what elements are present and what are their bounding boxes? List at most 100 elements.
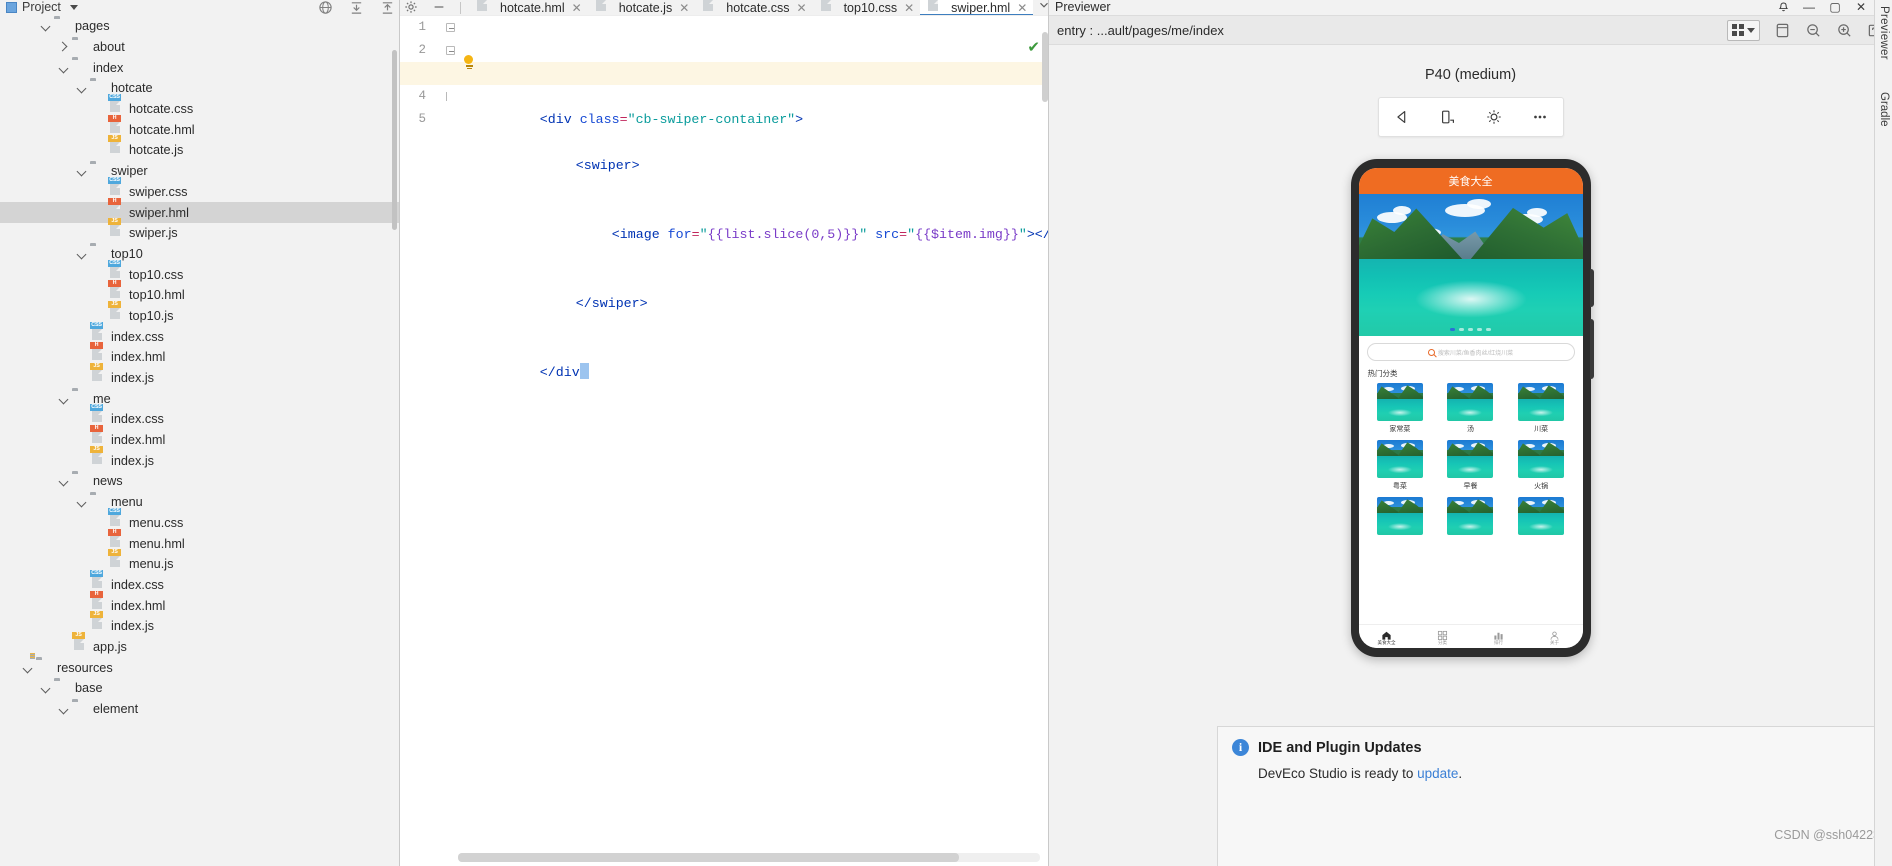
close-icon[interactable]: ✕	[572, 1, 582, 15]
checkmark-ok-icon[interactable]: ✔	[1027, 38, 1040, 56]
editor-tab-swiper-hml[interactable]: Hswiper.hml ✕	[920, 0, 1034, 15]
category-item[interactable]: 川菜	[1508, 383, 1575, 434]
code-editor[interactable]: 12345 <div class="cb-swiper-container"> …	[400, 15, 1048, 866]
editor-tab-hotcate-js[interactable]: JS hotcate.js ✕	[588, 0, 696, 15]
swiper-hero-image[interactable]	[1358, 194, 1583, 336]
orientation-icon[interactable]	[1428, 98, 1468, 136]
tree-item-index-js[interactable]: JS index.js	[0, 611, 399, 637]
close-icon[interactable]: ✕	[797, 1, 807, 15]
editor-tab-top10-css[interactable]: CSS top10.css ✕	[813, 0, 921, 15]
swiper-indicator-dots[interactable]	[1359, 328, 1583, 331]
tree-item-index[interactable]: index	[0, 57, 399, 78]
maximize-button[interactable]: ▢	[1822, 0, 1848, 14]
tree-item-swiper-js[interactable]: JS swiper.js	[0, 218, 399, 244]
tree-item-hotcate-js[interactable]: JS hotcate.js	[0, 135, 399, 161]
gear-icon[interactable]	[404, 0, 419, 15]
expand-all-icon[interactable]	[380, 0, 395, 15]
phone-screen[interactable]: 美食大全 搜索川菜/鱼香肉丝/红烧川菜 热门分类 家常菜 汤 川菜 粤菜 早餐 …	[1358, 168, 1583, 648]
tree-item-element[interactable]: element	[0, 699, 399, 720]
close-icon[interactable]: ✕	[1017, 1, 1027, 15]
bottom-nav-item-home[interactable]: 美食大全	[1359, 628, 1415, 646]
bottom-nav-item-about[interactable]: 关于	[1527, 628, 1583, 646]
editor-tab-hotcate-css[interactable]: CSS hotcate.css ✕	[695, 0, 812, 15]
project-file-tree[interactable]: pages about index hotcate CSS hotcate.css Hhot…	[0, 14, 399, 866]
globe-icon[interactable]	[318, 0, 333, 15]
editor-horizontal-scrollbar[interactable]	[458, 853, 1040, 862]
close-icon[interactable]: ✕	[904, 1, 914, 15]
tree-item-hotcate[interactable]: hotcate	[0, 78, 399, 99]
code-fold-marker[interactable]	[446, 23, 456, 33]
intention-bulb-icon[interactable]	[464, 55, 475, 70]
brightness-icon[interactable]	[1474, 98, 1514, 136]
bottom-nav-item-category[interactable]: 分类	[1415, 628, 1471, 646]
back-icon[interactable]	[1382, 98, 1422, 136]
collapse-all-icon[interactable]	[349, 0, 364, 15]
tree-item-base[interactable]: base	[0, 678, 399, 699]
tab-overflow-chevron-icon[interactable]	[1037, 0, 1048, 15]
tree-item-top10-css[interactable]: CSS top10.css	[0, 259, 399, 285]
previewer-entry-path[interactable]: entry : ...ault/pages/me/index	[1057, 23, 1224, 38]
tree-item-hotcate-css[interactable]: CSS hotcate.css	[0, 94, 399, 120]
chevron-down-icon[interactable]	[40, 682, 52, 694]
code-fold-marker[interactable]	[446, 92, 456, 102]
tree-item-menu-css[interactable]: CSS menu.css	[0, 507, 399, 534]
chevron-down-icon[interactable]	[22, 662, 34, 674]
code-content[interactable]: <div class="cb-swiper-container"> <swipe…	[400, 16, 1048, 866]
tree-item-menu-js[interactable]: JS menu.js	[0, 549, 399, 575]
tree-item-index-hml[interactable]: Hindex.hml	[0, 590, 399, 616]
rail-tab-previewer[interactable]: Previewer	[1878, 6, 1890, 60]
notifications-icon[interactable]	[1770, 0, 1796, 14]
category-item[interactable]	[1437, 497, 1504, 538]
zoom-in-icon[interactable]	[1836, 22, 1853, 39]
project-title-group[interactable]: Project	[6, 0, 78, 14]
tree-item-index-hml[interactable]: Hindex.hml	[0, 425, 399, 451]
grid-layout-button[interactable]	[1727, 19, 1760, 41]
tree-item-pages[interactable]: pages	[0, 16, 399, 37]
editor-tab-hotcate-hml[interactable]: Hhotcate.hml ✕	[469, 0, 588, 15]
code-fold-marker[interactable]	[446, 46, 456, 56]
chevron-down-icon[interactable]	[58, 703, 70, 715]
category-item[interactable]: 汤	[1437, 383, 1504, 434]
tree-item-about[interactable]: about	[0, 37, 399, 58]
tree-item-me[interactable]: me	[0, 388, 399, 409]
tree-item-resources[interactable]: resources	[0, 657, 399, 678]
category-item[interactable]	[1367, 497, 1434, 538]
minimize-panel-icon[interactable]	[432, 0, 447, 15]
tree-item-swiper-css[interactable]: CSS swiper.css	[0, 176, 399, 203]
chevron-right-icon[interactable]	[58, 41, 70, 53]
bottom-nav-item-rank[interactable]: 排行	[1471, 628, 1527, 646]
project-tree-scrollbar[interactable]	[392, 50, 397, 230]
category-item[interactable]: 家常菜	[1367, 383, 1434, 434]
category-item[interactable]	[1508, 497, 1575, 538]
category-item[interactable]: 粤菜	[1367, 440, 1434, 491]
tree-item-hotcate-hml[interactable]: Hhotcate.hml	[0, 114, 399, 140]
chevron-down-icon[interactable]	[76, 82, 88, 94]
chevron-down-icon[interactable]	[40, 20, 52, 32]
tree-item-index-hml[interactable]: Hindex.hml	[0, 342, 399, 368]
minimize-button[interactable]: —	[1796, 0, 1822, 14]
search-input[interactable]: 搜索川菜/鱼香肉丝/红烧川菜	[1366, 343, 1575, 361]
tree-item-top10-js[interactable]: JS top10.js	[0, 300, 399, 327]
tree-item-menu-hml[interactable]: Hmenu.hml	[0, 528, 399, 554]
tree-item-top10-hml[interactable]: Htop10.hml	[0, 280, 399, 306]
zoom-out-icon[interactable]	[1805, 22, 1822, 39]
category-item[interactable]: 火锅	[1508, 440, 1575, 491]
notification-popup[interactable]: i IDE and Plugin Updates DevEco Studio i…	[1217, 726, 1892, 866]
tree-item-app-js[interactable]: JS app.js	[0, 631, 399, 658]
close-icon[interactable]: ✕	[679, 1, 689, 15]
chevron-down-icon[interactable]	[69, 4, 78, 10]
chevron-down-icon[interactable]	[76, 496, 88, 508]
chevron-down-icon[interactable]	[58, 62, 70, 74]
chevron-down-icon[interactable]	[76, 248, 88, 260]
rotate-icon[interactable]	[1774, 22, 1791, 39]
chevron-down-icon[interactable]	[1747, 27, 1755, 33]
tree-item-swiper-hml[interactable]: Hswiper.hml	[0, 197, 399, 223]
tree-item-menu[interactable]: menu	[0, 492, 399, 513]
tree-item-news[interactable]: news	[0, 471, 399, 492]
tree-item-index-js[interactable]: JS index.js	[0, 445, 399, 471]
tree-item-top10[interactable]: top10	[0, 244, 399, 265]
tree-item-index-css[interactable]: CSS index.css	[0, 321, 399, 347]
rail-tab-gradle[interactable]: Gradle	[1878, 92, 1890, 127]
category-item[interactable]: 早餐	[1437, 440, 1504, 491]
chevron-down-icon[interactable]	[76, 165, 88, 177]
